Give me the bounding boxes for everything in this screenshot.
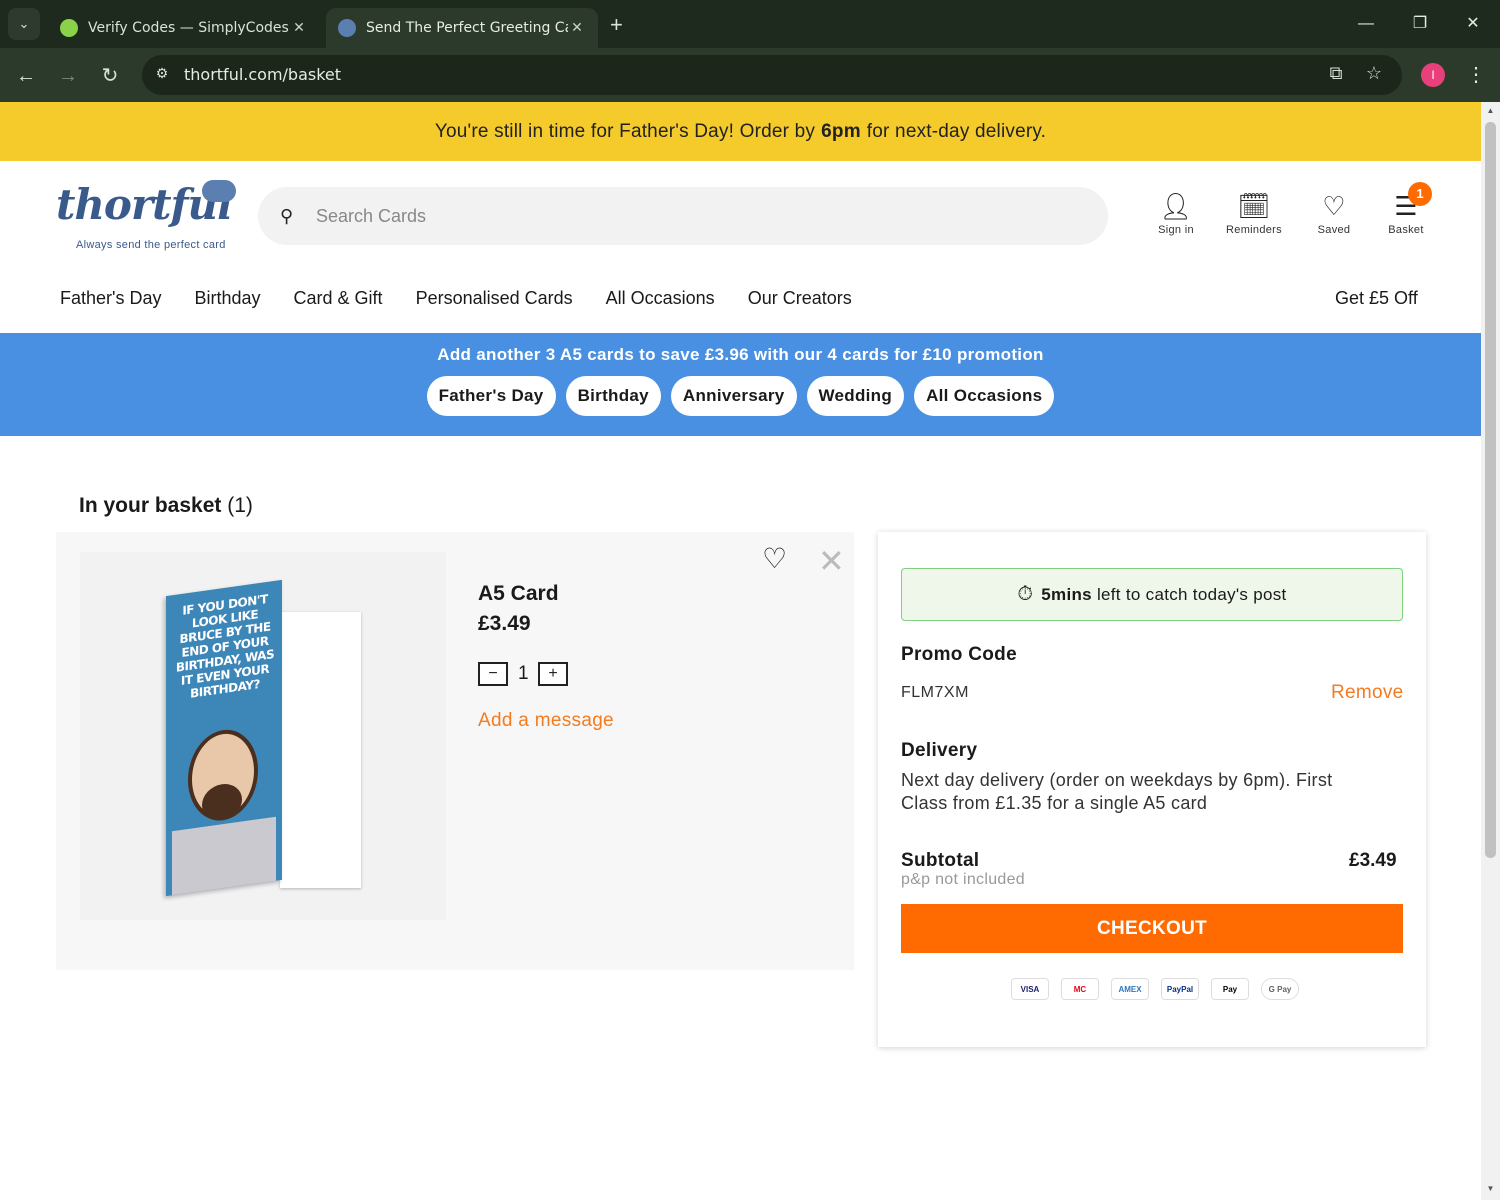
simplycodes-favicon: [60, 19, 78, 37]
thortful-logo[interactable]: thortful Always send the perfect card: [56, 180, 236, 251]
minimize-icon[interactable]: —: [1352, 10, 1380, 38]
site-settings-icon[interactable]: ⚙: [152, 65, 172, 85]
search-icon: ⚲: [280, 206, 294, 226]
chip-fathers-day[interactable]: Father's Day: [426, 376, 556, 416]
order-summary: ⏱ 5mins left to catch today's post Promo…: [878, 532, 1426, 1047]
chip-anniversary[interactable]: Anniversary: [670, 376, 797, 416]
nav-card-and-gift[interactable]: Card & Gift: [294, 288, 383, 309]
url-text[interactable]: thortful.com/basket: [184, 65, 341, 84]
checkout-button[interactable]: CHECKOUT: [901, 904, 1403, 953]
restore-icon[interactable]: ❐: [1406, 10, 1434, 38]
nav-personalised-cards[interactable]: Personalised Cards: [416, 288, 573, 309]
promotion-chips: Father's Day Birthday Anniversary Weddin…: [0, 376, 1481, 416]
card-front-image: IF YOU DON'T LOOK LIKE BRUCE BY THE END …: [166, 579, 282, 897]
close-tab-icon[interactable]: ✕: [290, 20, 308, 36]
promotion-banner: Add another 3 A5 cards to save £3.96 wit…: [0, 333, 1481, 436]
promotion-message: Add another 3 A5 cards to save £3.96 wit…: [437, 345, 1044, 364]
heart-icon: ♡: [1322, 191, 1346, 221]
saved-button[interactable]: ♡ Saved: [1310, 188, 1358, 236]
remove-promo-link[interactable]: Remove: [1331, 682, 1404, 704]
decrease-quantity-button[interactable]: −: [478, 662, 508, 686]
remove-item-close-icon[interactable]: ✕: [818, 542, 845, 580]
tab-simplycodes[interactable]: Verify Codes — SimplyCodes ✕: [48, 8, 320, 48]
nav-our-creators[interactable]: Our Creators: [748, 288, 852, 309]
quantity-value: 1: [518, 663, 529, 684]
promo-code-heading: Promo Code: [901, 644, 1017, 665]
apple-pay-icon: Pay: [1211, 978, 1249, 1000]
mastercard-icon: MC: [1061, 978, 1099, 1000]
subtotal-value: £3.49: [1349, 850, 1397, 871]
delivery-heading: Delivery: [901, 740, 978, 761]
card-illustration-shirt: [172, 816, 276, 896]
card-inside-page: [280, 612, 361, 888]
cloud-icon: [202, 180, 236, 202]
main-navigation: Father's Day Birthday Card & Gift Person…: [60, 288, 852, 309]
reload-icon[interactable]: ↻: [96, 62, 124, 90]
page-scrollbar[interactable]: ▲ ▼: [1481, 102, 1500, 1200]
add-message-link[interactable]: Add a message: [478, 710, 614, 732]
announcement-banner: You're still in time for Father's Day! O…: [0, 102, 1481, 161]
address-bar[interactable]: ⚙ thortful.com/basket ⧉ ☆: [142, 55, 1402, 95]
close-tab-icon[interactable]: ✕: [568, 20, 586, 36]
item-name: A5 Card: [478, 582, 559, 605]
payment-methods: VISA MC AMEX PayPal Pay G Pay: [1011, 978, 1299, 1000]
search-bar[interactable]: ⚲: [258, 187, 1108, 245]
paypal-icon: PayPal: [1161, 978, 1199, 1000]
scrollbar-thumb[interactable]: [1485, 122, 1496, 858]
calendar-icon: 🗓︎: [1237, 191, 1271, 221]
user-icon: 👤︎: [1159, 191, 1193, 221]
nav-fathers-day[interactable]: Father's Day: [60, 288, 161, 309]
scroll-up-arrow-icon[interactable]: ▲: [1485, 106, 1496, 115]
subtotal-heading: Subtotal: [901, 850, 980, 871]
reminders-button[interactable]: 🗓︎ Reminders: [1220, 188, 1288, 236]
sign-in-button[interactable]: 👤︎ Sign in: [1152, 188, 1200, 236]
basket-count-badge: 1: [1408, 182, 1432, 206]
profile-avatar[interactable]: I: [1421, 63, 1445, 87]
translate-icon[interactable]: ⧉: [1324, 63, 1348, 87]
thortful-favicon: [338, 19, 356, 37]
tab-list-dropdown[interactable]: ⌄: [8, 8, 40, 40]
bookmark-star-icon[interactable]: ☆: [1362, 63, 1386, 87]
tab-thortful[interactable]: Send The Perfect Greeting Card ✕: [326, 8, 598, 48]
chip-birthday[interactable]: Birthday: [565, 376, 661, 416]
nav-all-occasions[interactable]: All Occasions: [606, 288, 715, 309]
subtotal-note: p&p not included: [901, 871, 1026, 888]
card-thumbnail[interactable]: IF YOU DON'T LOOK LIKE BRUCE BY THE END …: [80, 552, 446, 920]
nav-birthday[interactable]: Birthday: [194, 288, 260, 309]
amex-icon: AMEX: [1111, 978, 1149, 1000]
item-price: £3.49: [478, 612, 531, 635]
browser-menu-icon[interactable]: ⋮: [1466, 62, 1486, 87]
chip-wedding[interactable]: Wedding: [806, 376, 905, 416]
forward-icon[interactable]: →: [54, 62, 82, 90]
basket-item: IF YOU DON'T LOOK LIKE BRUCE BY THE END …: [56, 532, 854, 970]
visa-icon: VISA: [1011, 978, 1049, 1000]
quantity-stepper: − 1 +: [478, 662, 568, 686]
close-window-icon[interactable]: ✕: [1459, 10, 1487, 38]
promo-code-value: FLM7XM: [901, 684, 969, 701]
post-countdown: ⏱ 5mins left to catch today's post: [901, 568, 1403, 621]
scroll-down-arrow-icon[interactable]: ▼: [1485, 1184, 1496, 1193]
stopwatch-icon: ⏱: [1017, 583, 1034, 605]
browser-tab-bar: ⌄ Verify Codes — SimplyCodes ✕ Send The …: [0, 0, 1500, 48]
basket-heading: In your basket (1): [79, 494, 253, 517]
get-5-off-link[interactable]: Get £5 Off: [1335, 288, 1418, 309]
new-tab-icon[interactable]: +: [610, 12, 623, 38]
save-item-heart-icon[interactable]: ♡: [762, 542, 787, 575]
increase-quantity-button[interactable]: +: [538, 662, 568, 686]
delivery-description: Next day delivery (order on weekdays by …: [901, 770, 1333, 813]
google-pay-icon: G Pay: [1261, 978, 1299, 1000]
search-input[interactable]: [316, 205, 1076, 227]
chip-all-occasions[interactable]: All Occasions: [914, 376, 1055, 416]
page-content: You're still in time for Father's Day! O…: [0, 102, 1481, 1200]
back-icon[interactable]: ←: [12, 62, 40, 90]
